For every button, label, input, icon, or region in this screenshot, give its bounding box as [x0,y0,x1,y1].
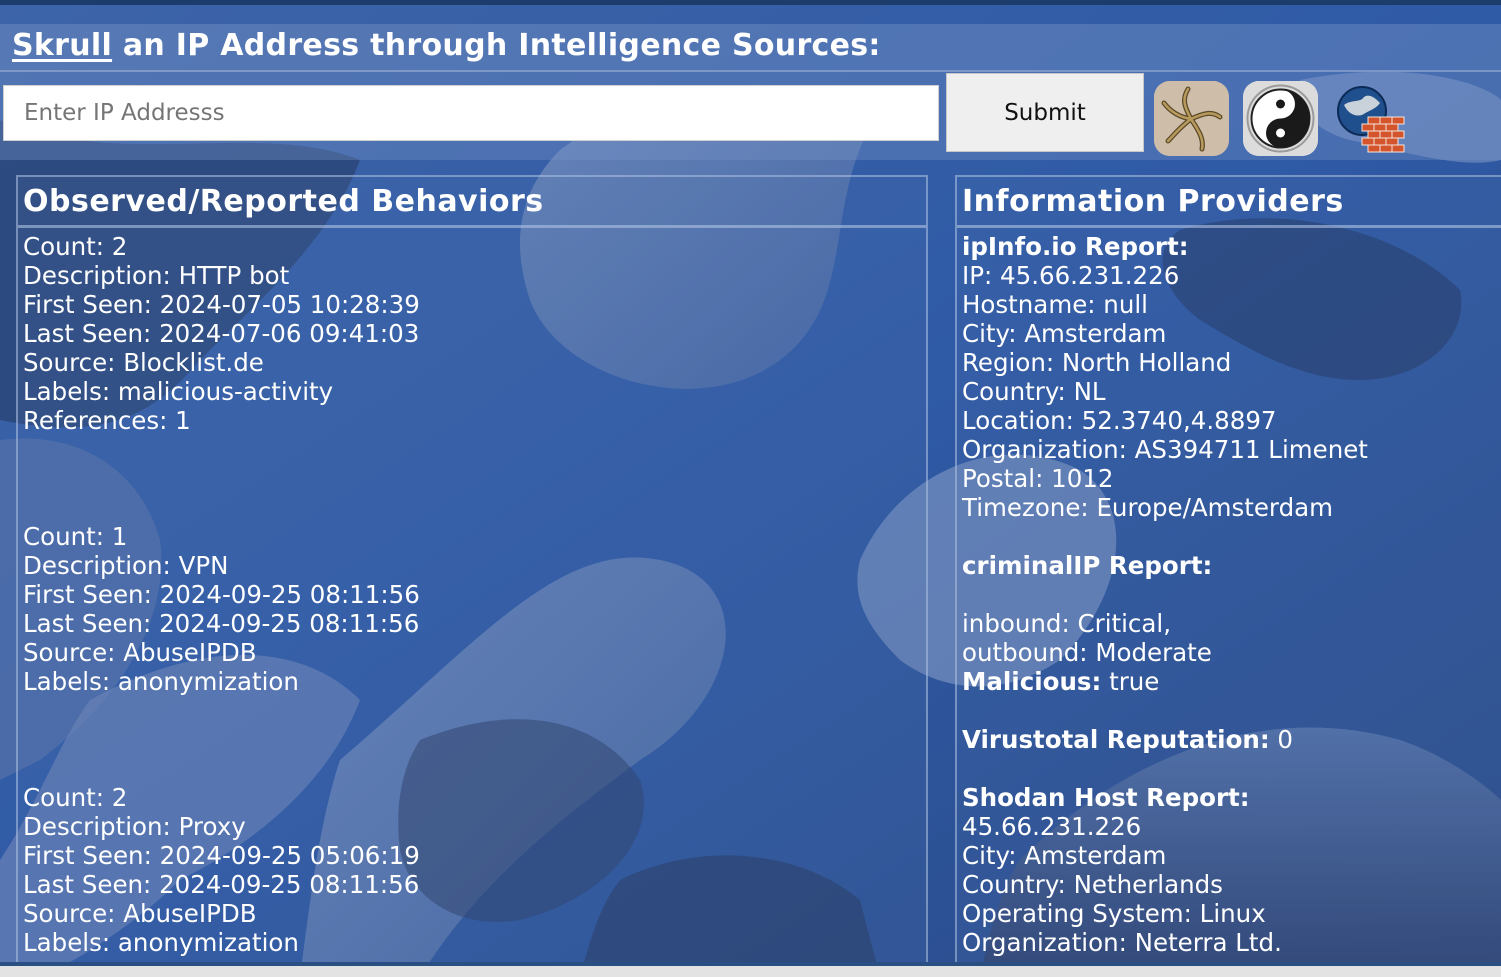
ipinfo-postal: Postal: 1012 [962,464,1114,493]
ipinfo-timezone: Timezone: Europe/Amsterdam [962,493,1334,522]
bottom-bar [0,962,1501,977]
behavior-last-seen: Last Seen: 2024-07-06 09:41:03 [23,319,420,348]
behavior-source: Source: Blocklist.de [23,348,264,377]
behavior-last-seen: Last Seen: 2024-09-25 08:11:56 [23,870,420,899]
globe-firewall-icon[interactable] [1332,81,1407,156]
behaviors-panel: Observed/Reported Behaviors Count: 2 Des… [16,175,928,965]
criminalip-inbound: inbound: Critical, [962,609,1172,638]
bottom-strip [0,962,1501,966]
behavior-count: Count: 2 [23,232,128,261]
behavior-first-seen: First Seen: 2024-09-25 05:06:19 [23,841,420,870]
starfish-icon[interactable] [1154,81,1229,156]
virustotal-label: Virustotal Reputation: [962,725,1270,754]
shodan-os: Operating System: Linux [962,899,1266,928]
virustotal-reputation: Virustotal Reputation: 0 [962,725,1497,754]
behaviors-title: Observed/Reported Behaviors [18,177,926,228]
virustotal-value: 0 [1269,725,1294,754]
criminalip-malicious: Malicious: true [962,667,1497,696]
shodan-organization: Organization: Neterra Ltd. [962,928,1282,957]
behavior-references: References: 1 [23,406,191,435]
ip-address-input[interactable] [3,85,939,141]
ipinfo-region: Region: North Holland [962,348,1232,377]
shodan-country: Country: Netherlands [962,870,1223,899]
behavior-entry: Count: 2 Description: HTTP bot First See… [23,232,922,435]
title-text: an IP Address through Intelligence Sourc… [112,28,881,63]
behavior-labels: Labels: malicious-activity [23,377,334,406]
ipinfo-city: City: Amsterdam [962,319,1167,348]
yin-yang-icon[interactable] [1243,81,1318,156]
malicious-value: true [1101,667,1160,696]
submit-button[interactable]: Submit [946,73,1144,152]
behavior-description: Description: HTTP bot [23,261,290,290]
behaviors-list: Count: 2 Description: HTTP bot First See… [23,232,922,957]
shodan-city: City: Amsterdam [962,841,1167,870]
ipinfo-hostname: Hostname: null [962,290,1148,319]
behavior-description: Description: VPN [23,551,229,580]
providers-title: Information Providers [957,177,1501,228]
page-title: Skrull an IP Address through Intelligenc… [12,28,881,63]
behavior-source: Source: AbuseIPDB [23,899,257,928]
shodan-ip: 45.66.231.226 [962,812,1142,841]
behavior-last-seen: Last Seen: 2024-09-25 08:11:56 [23,609,420,638]
behavior-first-seen: First Seen: 2024-07-05 10:28:39 [23,290,420,319]
behavior-source: Source: AbuseIPDB [23,638,257,667]
behavior-first-seen: First Seen: 2024-09-25 08:11:56 [23,580,420,609]
malicious-label: Malicious: [962,667,1102,696]
behavior-entry: Count: 1 Description: VPN First Seen: 20… [23,522,922,696]
brand-link[interactable]: Skrull [12,28,112,63]
criminalip-heading: criminalIP Report: [962,551,1213,580]
ipinfo-ip: IP: 45.66.231.226 [962,261,1180,290]
providers-panel: Information Providers ipInfo.io Report: … [955,175,1501,965]
top-bar [0,0,1501,5]
providers-list: ipInfo.io Report: IP: 45.66.231.226 Host… [962,232,1497,957]
ipinfo-location: Location: 52.3740,4.8897 [962,406,1277,435]
behavior-count: Count: 2 [23,783,128,812]
behavior-labels: Labels: anonymization [23,928,299,957]
criminalip-outbound: outbound: Moderate [962,638,1212,667]
behavior-labels: Labels: anonymization [23,667,299,696]
ipinfo-country: Country: NL [962,377,1106,406]
ipinfo-heading: ipInfo.io Report: [962,232,1189,261]
ipinfo-organization: Organization: AS394711 Limenet [962,435,1368,464]
behavior-description: Description: Proxy [23,812,246,841]
behavior-entry: Count: 2 Description: Proxy First Seen: … [23,783,922,957]
behavior-count: Count: 1 [23,522,128,551]
shodan-heading: Shodan Host Report: [962,783,1250,812]
